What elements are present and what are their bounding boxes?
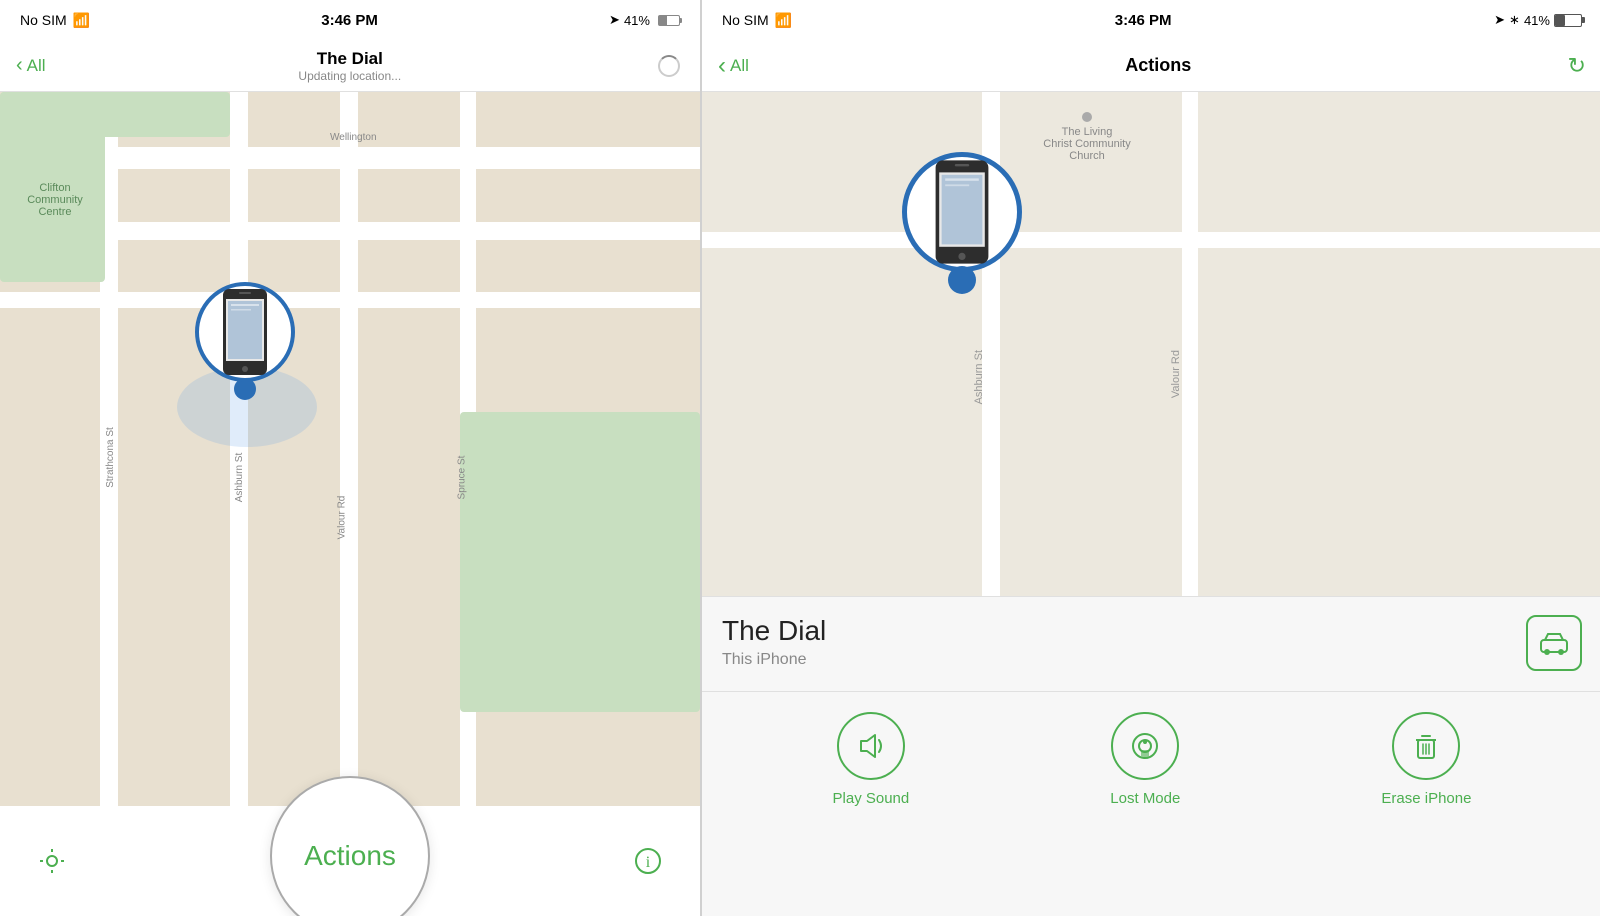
chevron-left-icon: ‹ xyxy=(16,54,23,77)
lost-mode-label: Lost Mode xyxy=(1110,790,1180,807)
status-right-left: ➤ 41% xyxy=(609,12,680,28)
phone-icon-left xyxy=(219,287,271,377)
directions-button[interactable] xyxy=(1526,615,1582,671)
speaker-icon xyxy=(853,728,889,764)
status-bar-left: No SIM 📶 3:46 PM ➤ 41% xyxy=(0,0,700,40)
lost-mode-icon xyxy=(1127,728,1163,764)
play-sound-label: Play Sound xyxy=(833,790,910,807)
device-name: The Dial xyxy=(722,615,826,647)
nav-bar-right: ‹ All Actions ↻ xyxy=(702,40,1600,92)
back-button-right[interactable]: ‹ All xyxy=(718,52,749,80)
status-bar-right: No SIM 📶 3:46 PM ➤ ∗ 41% xyxy=(702,0,1600,40)
spruce-label: Spruce St xyxy=(456,456,467,500)
nav-title-block-left: The Dial Updating location... xyxy=(298,49,401,83)
phone-marker-left xyxy=(195,282,295,400)
valour-label-right: Valour Rd xyxy=(1170,350,1182,398)
wellington-label: Wellington xyxy=(330,132,377,143)
lost-mode-icon-circle xyxy=(1111,712,1179,780)
bluetooth-icon: ∗ xyxy=(1509,12,1520,28)
location-icon: ➤ xyxy=(609,12,620,28)
play-sound-icon-circle xyxy=(837,712,905,780)
nav-bar-left: ‹ All The Dial Updating location... xyxy=(0,40,700,92)
back-label-right[interactable]: All xyxy=(730,56,749,76)
marker-circle-left xyxy=(195,282,295,382)
poi-label-right: The LivingChrist CommunityChurch xyxy=(1022,112,1152,162)
road-h-right xyxy=(702,232,1600,248)
carrier-left: No SIM xyxy=(20,12,67,28)
car-icon xyxy=(1537,626,1571,660)
device-info-left: The Dial This iPhone xyxy=(722,615,826,669)
wifi-icon-right: 📶 xyxy=(775,12,792,29)
back-button-left[interactable]: ‹ All xyxy=(16,54,46,77)
strathcona-label: Strathcona St xyxy=(105,427,116,488)
info-button-left[interactable]: i xyxy=(626,839,670,883)
marker-circle-right xyxy=(902,152,1022,272)
erase-iphone-button[interactable]: Erase iPhone xyxy=(1381,712,1471,807)
device-sub: This iPhone xyxy=(722,651,826,669)
bottom-bar-left: Actions i xyxy=(0,806,700,916)
phone-icon-right xyxy=(930,158,994,266)
location-icon-right: ➤ xyxy=(1494,12,1505,28)
nav-subtitle-left: Updating location... xyxy=(298,69,401,83)
info-header-right: The Dial This iPhone xyxy=(702,597,1600,681)
time-right: 3:46 PM xyxy=(1115,12,1172,29)
time-left: 3:46 PM xyxy=(321,12,378,29)
left-phone: No SIM 📶 3:46 PM ➤ 41% ‹ All The Dial Up… xyxy=(0,0,700,916)
wifi-icon: 📶 xyxy=(73,12,90,29)
map-right[interactable]: Ashburn St Valour Rd The LivingChrist Co… xyxy=(702,92,1600,596)
ashburn-label-right: Ashburn St xyxy=(973,350,985,404)
battery-pct-left: 41% xyxy=(624,13,650,28)
ashburn-label: Ashburn St xyxy=(234,453,245,502)
spinner-left xyxy=(654,51,684,81)
actions-row: Play Sound Lost Mode xyxy=(702,691,1600,827)
location-button-left[interactable] xyxy=(30,839,74,883)
svg-text:i: i xyxy=(646,854,651,871)
erase-iphone-label: Erase iPhone xyxy=(1381,790,1471,807)
lost-mode-button[interactable]: Lost Mode xyxy=(1110,712,1180,807)
battery-icon-left xyxy=(658,15,680,26)
road-ashburn xyxy=(230,92,248,806)
valour-label: Valour Rd xyxy=(336,496,347,540)
actions-label[interactable]: Actions xyxy=(304,840,396,872)
status-right-right: ➤ ∗ 41% xyxy=(1494,12,1582,28)
park-label: CliftonCommunityCentre xyxy=(10,182,100,218)
road-v-valour-right xyxy=(1182,92,1198,596)
battery-pct-right: 41% xyxy=(1524,13,1550,28)
nav-title-left: The Dial xyxy=(298,49,401,69)
play-sound-button[interactable]: Play Sound xyxy=(833,712,910,807)
road-valour xyxy=(340,92,358,806)
trash-icon xyxy=(1408,728,1444,764)
green-block-3 xyxy=(460,412,700,712)
carrier-right: No SIM xyxy=(722,12,769,28)
nav-title-right: Actions xyxy=(1125,55,1191,76)
chevron-left-icon-right: ‹ xyxy=(718,52,726,80)
map-left[interactable]: CliftonCommunityCentre Wellington Ashbur… xyxy=(0,92,700,806)
battery-icon-right xyxy=(1554,14,1582,27)
info-panel-right: The Dial This iPhone xyxy=(702,596,1600,916)
status-left-right: No SIM 📶 xyxy=(722,12,792,29)
erase-icon-circle xyxy=(1392,712,1460,780)
right-phone: No SIM 📶 3:46 PM ➤ ∗ 41% ‹ All Actions ↻… xyxy=(702,0,1600,916)
marker-dot-right xyxy=(948,266,976,294)
refresh-button-right[interactable]: ↻ xyxy=(1568,53,1586,79)
status-left: No SIM 📶 xyxy=(20,12,90,29)
phone-marker-right xyxy=(902,152,1022,294)
back-label-left[interactable]: All xyxy=(27,56,46,76)
